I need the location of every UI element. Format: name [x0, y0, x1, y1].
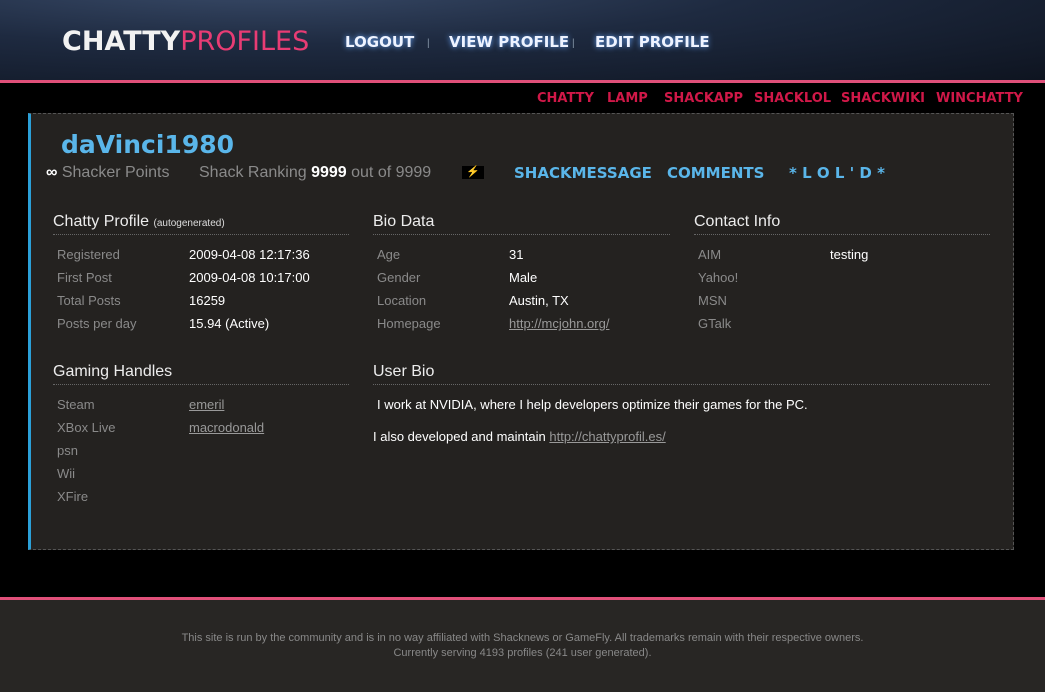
chatty-profile-title-text: Chatty Profile	[53, 213, 150, 230]
contact-info-title: Contact Info	[694, 213, 990, 235]
chatty-profile-title: Chatty Profile (autogenerated)	[53, 213, 349, 235]
subnav-lamp[interactable]: LAMP	[607, 91, 648, 106]
gender-value: Male	[509, 270, 538, 285]
bio-data-title: Bio Data	[373, 213, 670, 235]
logo-part-chatty: CHATTY	[62, 26, 181, 57]
ranking-suffix: out of 9999	[351, 164, 432, 181]
msn-label: MSN	[698, 293, 727, 308]
user-bio-line1: I work at NVIDIA, where I help developer…	[377, 397, 808, 412]
location-label: Location	[377, 293, 427, 308]
logout-link[interactable]: LOGOUT	[345, 33, 414, 51]
user-bio-line2-text: I also developed and maintain	[373, 429, 546, 444]
xbox-live-handle-link[interactable]: macrodonald	[189, 420, 264, 435]
posts-per-day-value: 15.94 (Active)	[189, 316, 270, 331]
total-posts-value: 16259	[189, 293, 226, 308]
header-divider	[0, 80, 1045, 83]
logo-part-profiles: PROFILES	[180, 26, 310, 57]
comments-link[interactable]: COMMENTS	[667, 164, 764, 182]
subnav-shacklol[interactable]: SHACKLOL	[754, 91, 831, 106]
age-value: 31	[509, 247, 524, 262]
age-label: Age	[377, 247, 401, 262]
xbox-live-label: XBox Live	[57, 420, 116, 435]
chattyprofiles-link[interactable]: http://chattyprofil.es/	[549, 429, 665, 444]
shacker-points: ∞ Shacker Points	[46, 164, 169, 182]
lightning-bolt-icon: ⚡	[462, 166, 484, 179]
homepage-label: Homepage	[377, 316, 441, 331]
aim-value: testing	[830, 247, 869, 262]
shack-ranking: Shack Ranking 9999 out of 9999	[199, 164, 431, 182]
gender-label: Gender	[377, 270, 421, 285]
steam-label: Steam	[57, 397, 95, 412]
ranking-label: Shack Ranking	[199, 164, 307, 181]
nav-separator: |	[427, 38, 430, 49]
footer	[0, 600, 1045, 692]
nav-separator: |	[572, 38, 575, 49]
yahoo-label: Yahoo!	[698, 270, 739, 285]
footer-profile-count: Currently serving 4193 profiles (241 use…	[393, 647, 652, 659]
shackmessage-link[interactable]: SHACKMESSAGE	[514, 164, 652, 182]
user-bio-line2: I also developed and maintain http://cha…	[373, 429, 666, 444]
lold-link[interactable]: * L O L ' D *	[789, 164, 885, 182]
steam-handle-link[interactable]: emeril	[189, 397, 224, 412]
first-post-label: First Post	[57, 270, 112, 285]
total-posts-label: Total Posts	[57, 293, 121, 308]
location-value: Austin, TX	[509, 293, 569, 308]
infinity-icon: ∞	[46, 164, 58, 181]
ranking-value: 9999	[311, 164, 347, 181]
edit-profile-link[interactable]: EDIT PROFILE	[595, 33, 710, 51]
subnav-shackapp[interactable]: SHACKAPP	[664, 91, 743, 106]
gaming-handles-title: Gaming Handles	[53, 363, 349, 385]
subnav-shackwiki[interactable]: SHACKWIKI	[841, 91, 925, 106]
registered-label: Registered	[57, 247, 120, 262]
user-bio-title: User Bio	[373, 363, 990, 385]
view-profile-link[interactable]: VIEW PROFILE	[449, 33, 569, 51]
footer-disclaimer: This site is run by the community and is…	[181, 632, 864, 644]
chatty-profile-subtitle: (autogenerated)	[153, 218, 225, 229]
wii-label: Wii	[57, 466, 76, 481]
subnav-chatty[interactable]: CHATTY	[537, 91, 594, 106]
aim-label: AIM	[698, 247, 722, 262]
xfire-label: XFire	[57, 489, 89, 504]
posts-per-day-label: Posts per day	[57, 316, 137, 331]
psn-label: psn	[57, 443, 78, 458]
homepage-link[interactable]: http://mcjohn.org/	[509, 316, 609, 331]
first-post-value: 2009-04-08 10:17:00	[189, 270, 310, 285]
site-logo[interactable]: CHATTYPROFILES	[62, 26, 309, 57]
profile-username: daVinci1980	[61, 130, 235, 159]
gtalk-label: GTalk	[698, 316, 732, 331]
registered-value: 2009-04-08 12:17:36	[189, 247, 310, 262]
subnav-winchatty[interactable]: WINCHATTY	[936, 91, 1023, 106]
shacker-points-label: Shacker Points	[61, 164, 170, 181]
